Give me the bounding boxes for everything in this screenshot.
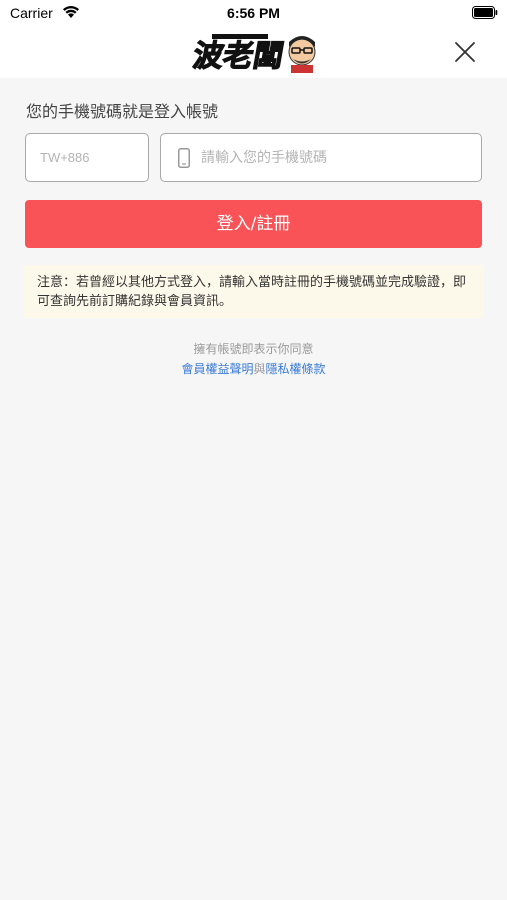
clock: 6:56 PM (227, 5, 280, 21)
login-prompt: 您的手機號碼就是登入帳號 (26, 102, 219, 121)
member-terms-link[interactable]: 會員權益聲明 (181, 362, 253, 376)
app-header: 波老闆 (0, 28, 507, 78)
close-icon[interactable] (453, 40, 477, 64)
status-bar: Carrier 6:56 PM (0, 0, 507, 28)
agreement-links: 會員權益聲明與隱私權條款 (0, 360, 507, 377)
phone-input[interactable] (201, 134, 471, 181)
agreement-conjunction: 與 (253, 362, 266, 376)
svg-text:波老闆: 波老闆 (190, 39, 286, 74)
brand-logo: 波老闆 (190, 34, 316, 74)
country-code-select[interactable]: TW+886 (25, 133, 149, 182)
notice-text: 注意：若曾經以其他方式登入，請輸入當時註冊的手機號碼並完成驗證，即可查詢先前訂購… (37, 275, 467, 309)
login-register-button[interactable]: 登入/註冊 (25, 200, 482, 248)
privacy-policy-link[interactable]: 隱私權條款 (266, 362, 326, 376)
battery-icon (472, 6, 498, 19)
phone-icon (178, 148, 190, 168)
agreement-text: 擁有帳號即表示你同意 (193, 342, 314, 356)
phone-field[interactable] (160, 133, 482, 182)
notice-box: 注意：若曾經以其他方式登入，請輸入當時註冊的手機號碼並完成驗證，即可查詢先前訂購… (23, 265, 484, 318)
